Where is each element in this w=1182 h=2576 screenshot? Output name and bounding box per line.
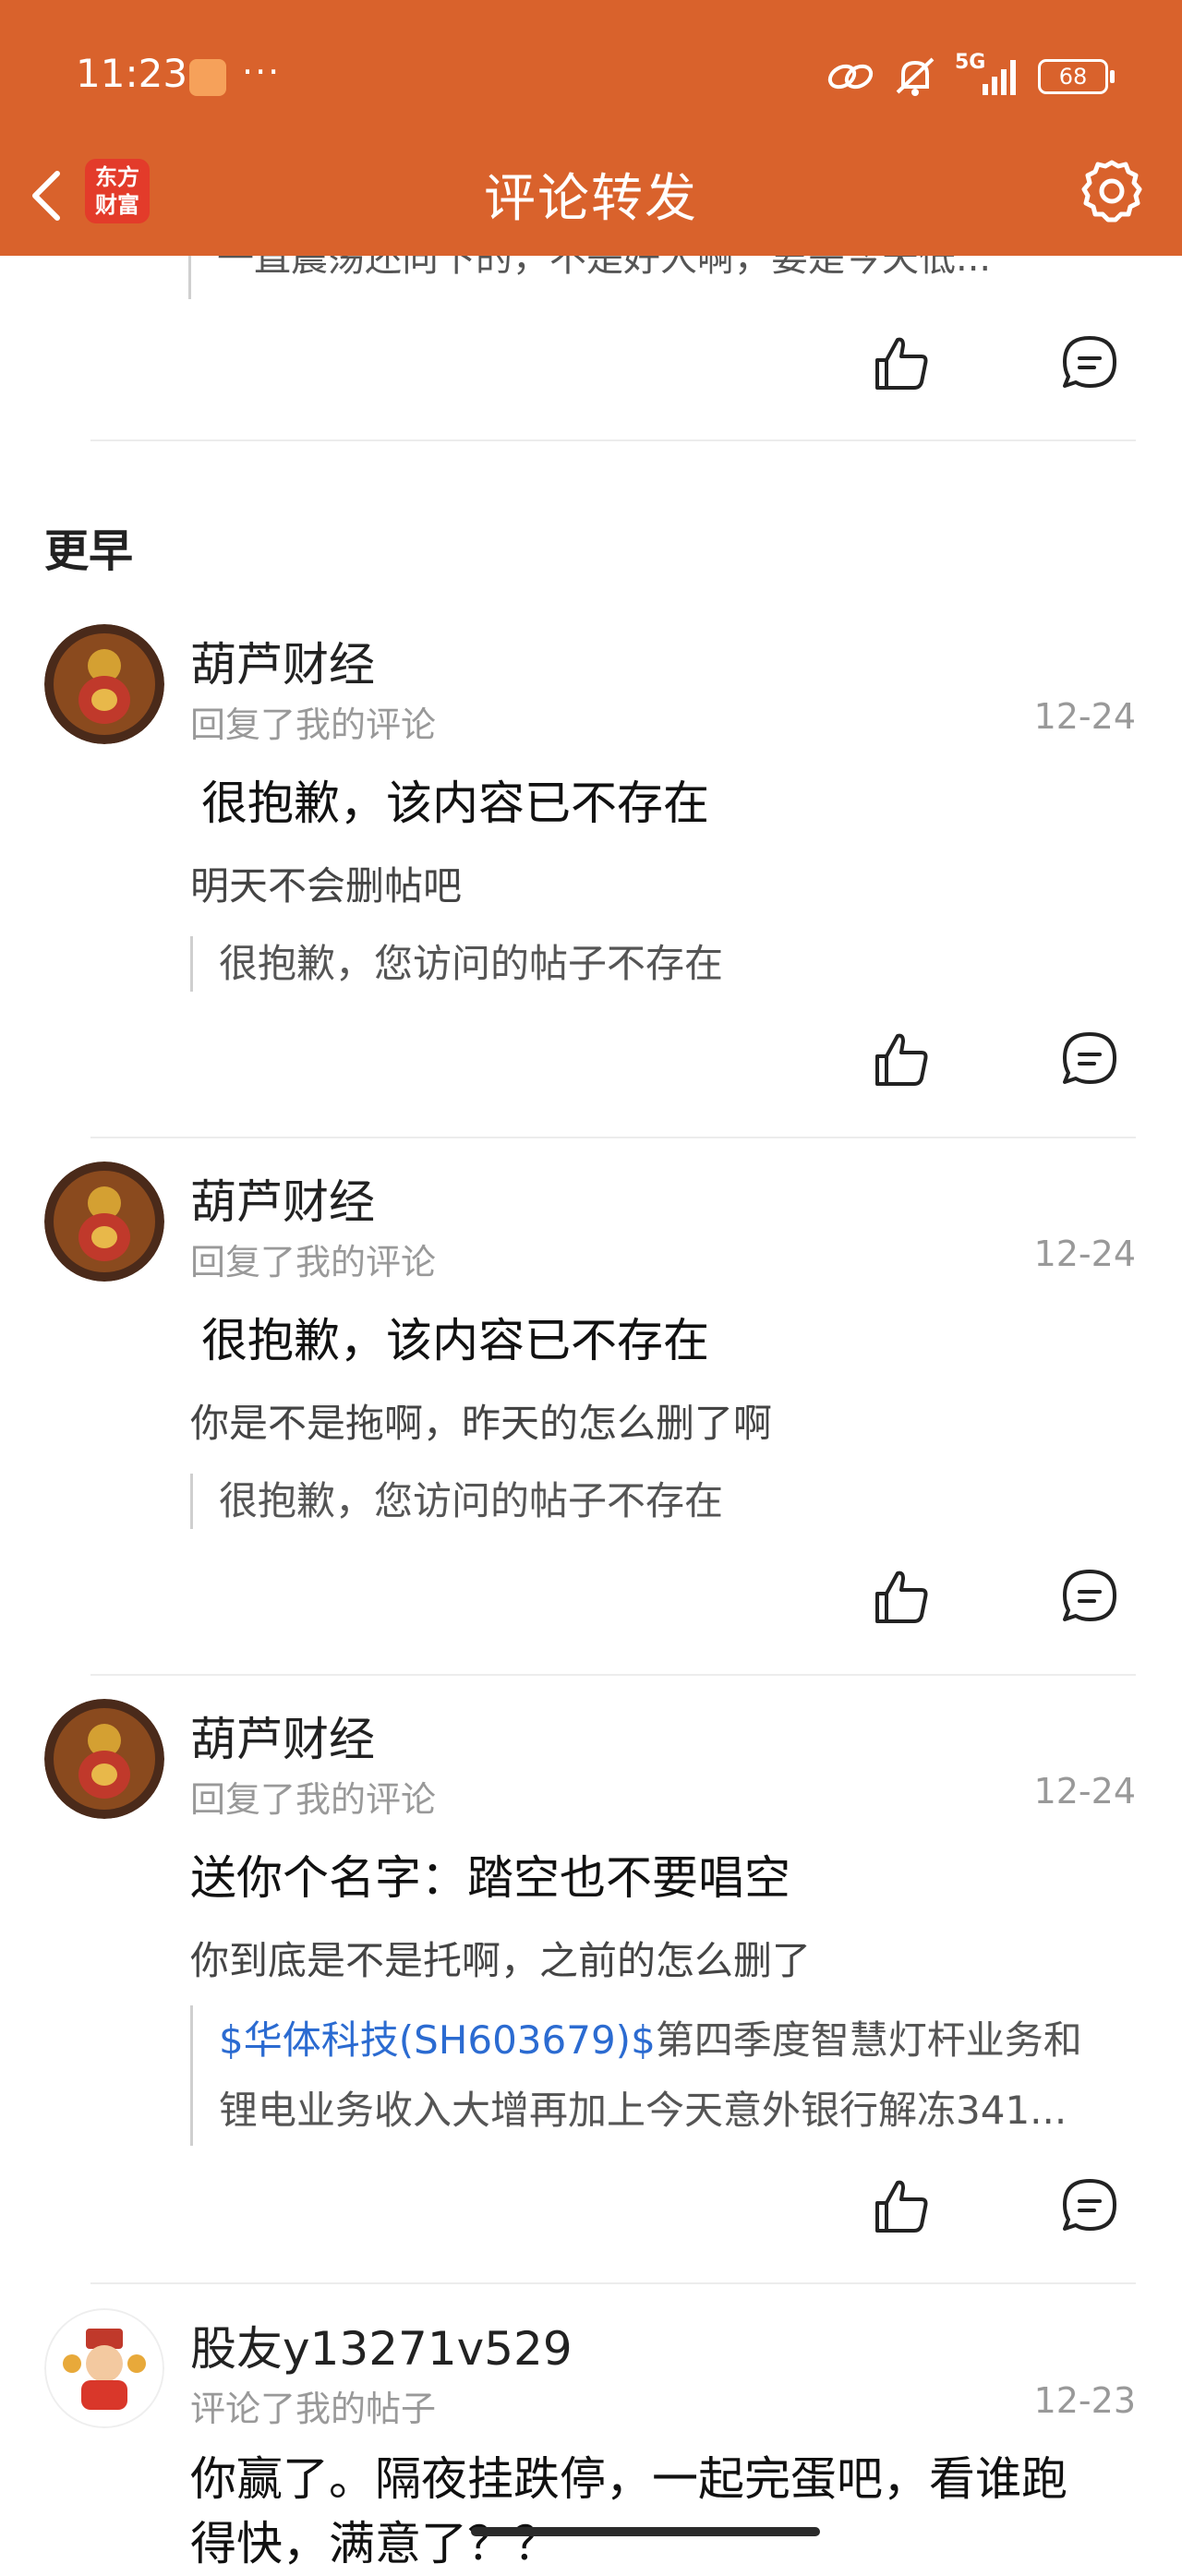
comment-icon[interactable] <box>1057 1027 1122 1091</box>
status-icons: 5G 68 <box>826 51 1115 98</box>
app-header: 11:23 ··· 5G 68 东方 财富 评论转发 <box>0 0 1182 256</box>
comment-icon[interactable] <box>1057 2173 1122 2238</box>
divider <box>90 2282 1136 2284</box>
section-title: 更早 <box>44 525 134 577</box>
headline[interactable]: 你赢了。隔夜挂跌停，一起完蛋吧，看谁跑 得快，满意了？？ <box>190 2447 1067 2576</box>
nav-bar: 东方 财富 评论转发 <box>0 138 1182 256</box>
mute-icon <box>896 57 935 96</box>
quote-line: $华体科技(SH603679)$第四季度智慧灯杆业务和 <box>219 2017 1082 2063</box>
username[interactable]: 葫芦财经 <box>190 1703 375 1769</box>
username[interactable]: 葫芦财经 <box>190 628 375 694</box>
headline[interactable]: 送你个名字：踏空也不要唱空 <box>190 1841 790 1908</box>
action-text: 回复了我的评论 <box>190 1242 437 1282</box>
action-text: 评论了我的帖子 <box>190 2389 437 2429</box>
app-notification-icon <box>189 59 226 96</box>
settings-gear-icon[interactable] <box>1075 155 1149 229</box>
reply-text[interactable]: 明天不会删帖吧 <box>190 855 462 911</box>
page-title: 评论转发 <box>484 169 698 229</box>
action-text: 回复了我的评论 <box>190 704 437 745</box>
avatar[interactable] <box>44 1162 164 1282</box>
like-icon[interactable] <box>868 1564 933 1629</box>
timestamp: 12-24 <box>1033 1234 1136 1274</box>
status-bar: 11:23 ··· 5G 68 <box>0 0 1182 138</box>
divider <box>90 1674 1136 1676</box>
like-icon[interactable] <box>868 1027 933 1091</box>
username[interactable]: 股友y13271v529 <box>190 2312 573 2378</box>
quoted-post[interactable]: $华体科技(SH603679)$第四季度智慧灯杆业务和 锂电业务收入大增再加上今… <box>190 2005 1136 2146</box>
battery-level: 68 <box>1058 64 1088 90</box>
quoted-post[interactable]: 很抱歉，您访问的帖子不存在 <box>190 936 1136 992</box>
reply-text[interactable]: 你到底是不是托啊，之前的怎么删了 <box>190 1930 811 1986</box>
comment-icon[interactable] <box>1057 1564 1122 1629</box>
like-icon[interactable] <box>868 331 933 395</box>
reply-text[interactable]: 你是不是拖啊，昨天的怎么删了啊 <box>190 1392 772 1449</box>
quoted-post[interactable]: 很抱歉，您访问的帖子不存在 <box>190 1474 1136 1529</box>
status-time: 11:23 <box>76 51 188 96</box>
action-text: 回复了我的评论 <box>190 1779 437 1820</box>
timestamp: 12-24 <box>1033 1771 1136 1812</box>
divider <box>90 1137 1136 1138</box>
home-indicator[interactable] <box>471 2527 820 2536</box>
username[interactable]: 葫芦财经 <box>190 1165 375 1232</box>
comment-icon[interactable] <box>1057 331 1122 395</box>
like-icon[interactable] <box>868 2173 933 2238</box>
battery-icon: 68 <box>1038 59 1115 94</box>
headline[interactable]: 很抱歉，该内容已不存在 <box>201 1304 709 1370</box>
link-icon <box>827 64 874 90</box>
avatar[interactable] <box>44 624 164 744</box>
quote-line: 锂电业务收入大增再加上今天意外银行解冻341... <box>219 2088 1067 2133</box>
more-notifications-icon: ··· <box>242 52 282 92</box>
signal-icon: 5G <box>955 51 1021 97</box>
avatar[interactable] <box>44 1699 164 1819</box>
timestamp: 12-24 <box>1033 696 1136 737</box>
stock-tag-link[interactable]: $华体科技(SH603679)$ <box>219 2017 656 2063</box>
avatar[interactable] <box>44 2308 164 2428</box>
headline[interactable]: 很抱歉，该内容已不存在 <box>201 766 709 833</box>
timestamp: 12-23 <box>1033 2380 1136 2421</box>
divider <box>90 439 1136 441</box>
